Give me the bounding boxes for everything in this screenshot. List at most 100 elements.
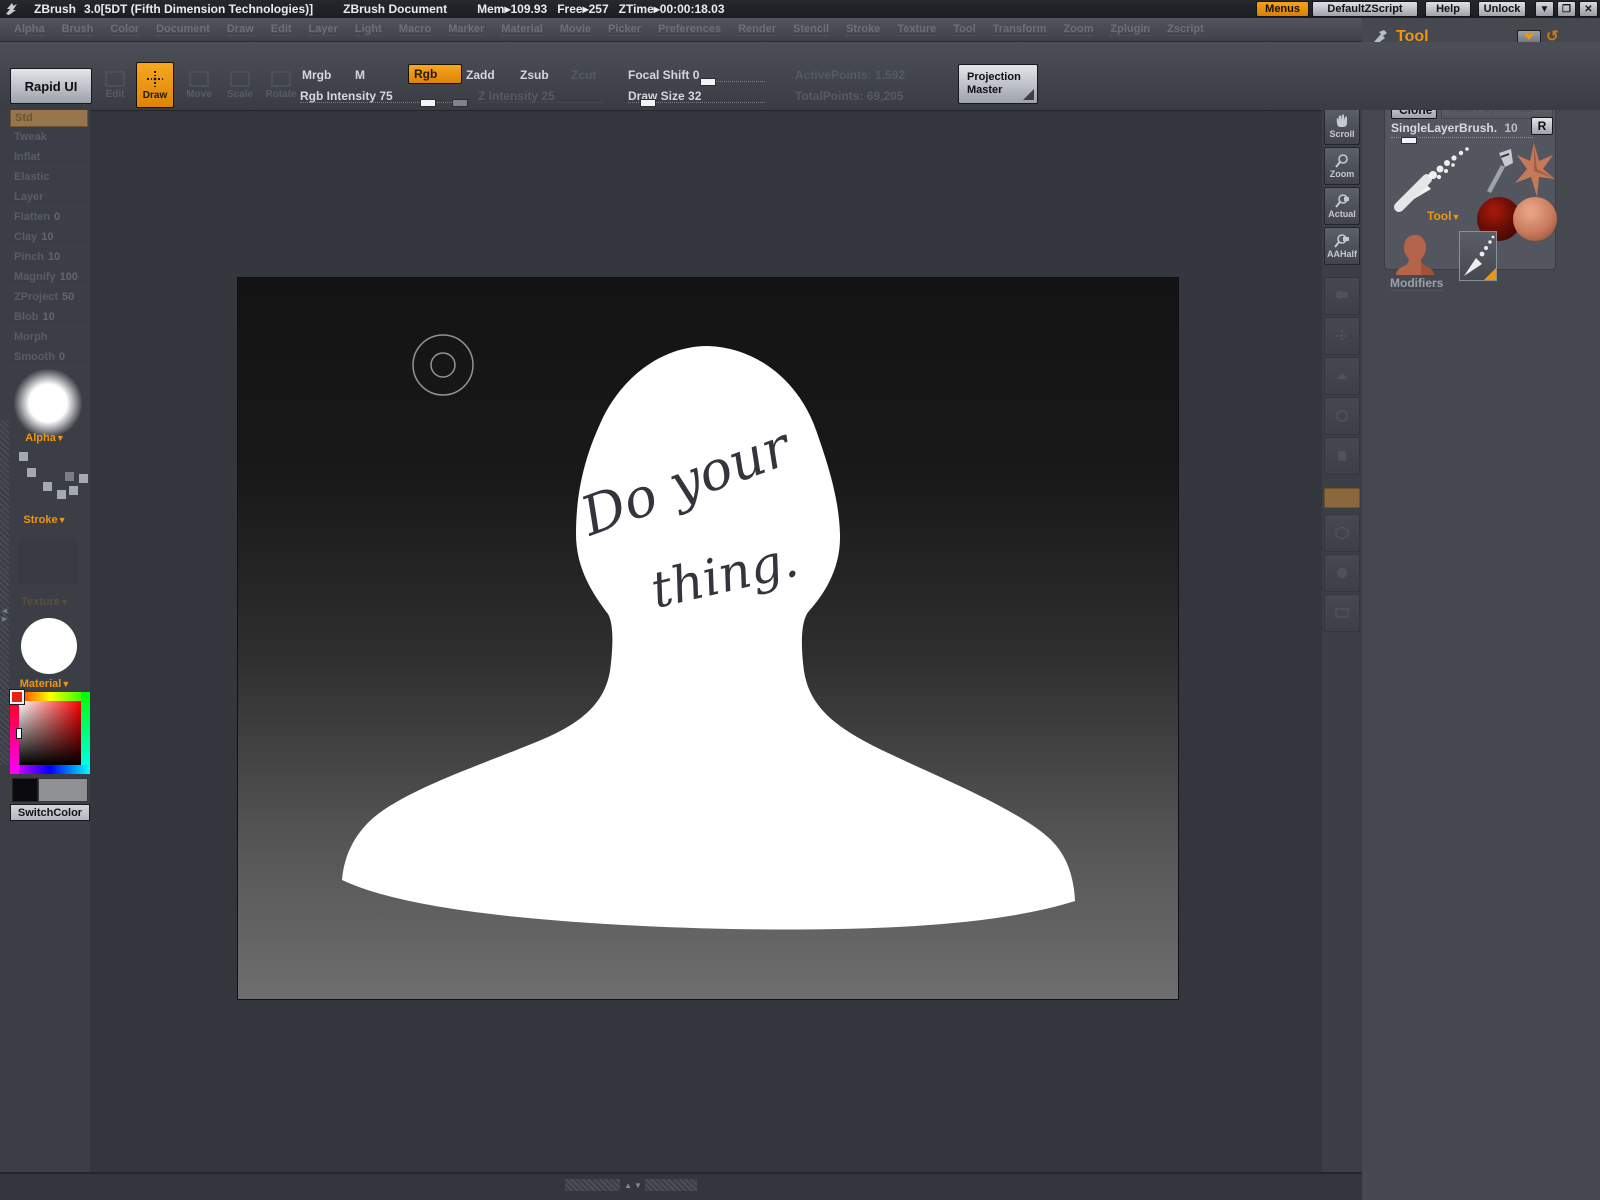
m-toggle[interactable]: M — [355, 68, 365, 82]
tool-dropdown[interactable]: Tool▼ — [1427, 209, 1460, 223]
rapid-ui-button[interactable]: Rapid UI — [10, 68, 92, 104]
brush-item-blob[interactable]: Blob 10 — [10, 308, 88, 327]
alpha-thumbnail[interactable] — [13, 368, 83, 438]
zoom-button[interactable]: Zoom — [1324, 147, 1360, 185]
default-zscript-button[interactable]: DefaultZScript — [1312, 1, 1418, 17]
menu-movie[interactable]: Movie — [559, 23, 592, 36]
highlighted-shelf-button[interactable] — [1324, 488, 1360, 508]
main-color-swatch[interactable] — [38, 778, 88, 802]
menu-zscript[interactable]: Zscript — [1167, 23, 1204, 36]
draw-mode-button[interactable]: Draw — [136, 62, 174, 108]
material-dropdown[interactable]: Material▼ — [0, 678, 90, 690]
aahalf-button[interactable]: AAHalf — [1324, 227, 1360, 265]
brush-item-clay[interactable]: Clay 10 — [10, 228, 88, 247]
color-picker[interactable] — [10, 690, 90, 774]
zadd-toggle[interactable]: Zadd — [466, 68, 495, 82]
switch-color-button[interactable]: SwitchColor — [10, 804, 90, 821]
secondary-color-swatch[interactable] — [12, 778, 38, 802]
mrgb-toggle[interactable]: Mrgb — [302, 68, 331, 82]
zcut-toggle[interactable]: Zcut — [571, 68, 596, 82]
edit-mode-button[interactable]: Edit — [96, 62, 134, 108]
star3d-tool-thumbnail[interactable] — [1513, 141, 1555, 199]
unlock-button[interactable]: Unlock — [1478, 1, 1526, 17]
modifiers-section[interactable]: Modifiers — [1390, 276, 1444, 291]
brush-item-smooth[interactable]: Smooth 0 — [10, 348, 88, 367]
menu-picker[interactable]: Picker — [608, 23, 642, 36]
close-icon[interactable]: ✕ — [1579, 1, 1598, 17]
axe-tool-thumbnail[interactable] — [1481, 147, 1515, 195]
scrollbar-arrows-icon[interactable]: ▲ ▼ — [622, 1179, 644, 1191]
brush-item-pinch[interactable]: Pinch 10 — [10, 248, 88, 267]
menu-tool[interactable]: Tool — [953, 23, 976, 36]
rgb-intensity-slider[interactable]: Rgb Intensity 75 — [300, 89, 393, 103]
brush-item-zproject[interactable]: ZProject 50 — [10, 288, 88, 307]
menu-zoom[interactable]: Zoom — [1063, 23, 1094, 36]
r-button[interactable]: R — [1531, 117, 1553, 135]
rotate-mode-button[interactable]: Rotate — [262, 62, 300, 108]
brush-item-inflat[interactable]: Inflat — [10, 148, 88, 167]
focal-shift-slider[interactable]: Focal Shift 0 — [628, 68, 699, 82]
bust-tool-thumbnail[interactable] — [1395, 233, 1435, 277]
actual-button[interactable]: Actual — [1324, 187, 1360, 225]
menu-marker[interactable]: Marker — [448, 23, 485, 36]
left-vertical-scrollbar[interactable]: ◀ ▶ — [0, 420, 9, 765]
current-tool-slider[interactable]: SingleLayerBrush. 10 — [1391, 121, 1533, 138]
menu-transform[interactable]: Transform — [992, 23, 1047, 36]
scrollbar-arrows-icon[interactable]: ◀ ▶ — [0, 600, 9, 630]
brush-item-magnify[interactable]: Magnify 100 — [10, 268, 88, 287]
restore-icon[interactable]: ❐ — [1557, 1, 1576, 17]
menu-alpha[interactable]: Alpha — [14, 23, 45, 36]
menu-texture[interactable]: Texture — [897, 23, 937, 36]
focal-shift-handle[interactable] — [700, 78, 716, 86]
menu-edit[interactable]: Edit — [270, 23, 292, 36]
hue-marker[interactable] — [16, 728, 22, 739]
material-thumbnail[interactable] — [21, 618, 77, 674]
alpha-dropdown[interactable]: Alpha▼ — [0, 432, 90, 444]
horizontal-scrollbar-thumb[interactable] — [565, 1179, 620, 1191]
menu-preferences[interactable]: Preferences — [658, 23, 722, 36]
rgb-toggle[interactable]: Rgb — [408, 64, 462, 84]
menu-brush[interactable]: Brush — [61, 23, 94, 36]
z-intensity-track[interactable] — [478, 102, 603, 103]
brush-item-flatten[interactable]: Flatten 0 — [10, 208, 88, 227]
menu-stroke[interactable]: Stroke — [846, 23, 881, 36]
draw-size-slider[interactable]: Draw Size 32 — [628, 89, 701, 103]
menu-render[interactable]: Render — [738, 23, 776, 36]
menu-zplugin[interactable]: Zplugin — [1110, 23, 1151, 36]
texture-dropdown[interactable]: Texture▼ — [0, 596, 90, 608]
minimize-icon[interactable]: ▼ — [1535, 1, 1554, 17]
stroke-dropdown[interactable]: Stroke▼ — [0, 514, 90, 526]
bottom-scrollbar-track[interactable]: ▲ ▼ — [0, 1172, 1362, 1200]
active-brush-preview[interactable] — [1393, 147, 1475, 213]
menu-document[interactable]: Document — [156, 23, 210, 36]
brush-item-tweak[interactable]: Tweak — [10, 128, 88, 147]
brush-item-elastic[interactable]: Elastic — [10, 168, 88, 187]
menu-macro[interactable]: Macro — [398, 23, 432, 36]
menu-material[interactable]: Material — [501, 23, 543, 36]
projection-master-button[interactable]: Projection Master — [958, 64, 1038, 104]
menu-stencil[interactable]: Stencil — [792, 23, 830, 36]
stroke-thumbnail[interactable] — [13, 450, 88, 510]
move-mode-button[interactable]: Move — [180, 62, 218, 108]
menus-button[interactable]: Menus — [1256, 1, 1309, 17]
saturation-value-square[interactable] — [19, 701, 81, 765]
brush-item-std[interactable]: Std — [10, 108, 88, 127]
sphere3d-thumbnail[interactable] — [1513, 197, 1557, 241]
texture-thumbnail[interactable] — [18, 540, 78, 584]
scale-mode-button[interactable]: Scale — [221, 62, 259, 108]
selected-brush-thumbnail[interactable] — [1459, 231, 1497, 281]
horizontal-scrollbar-thumb[interactable] — [645, 1179, 697, 1191]
rgb-intensity-handle[interactable] — [420, 99, 436, 107]
rgb-intensity-track[interactable] — [300, 102, 462, 103]
menu-light[interactable]: Light — [354, 23, 382, 36]
draw-size-handle[interactable] — [640, 99, 656, 107]
zsub-toggle[interactable]: Zsub — [520, 68, 549, 82]
brush-item-layer[interactable]: Layer — [10, 188, 88, 207]
brush-item-morph[interactable]: Morph — [10, 328, 88, 347]
scroll-button[interactable]: Scroll — [1324, 107, 1360, 145]
menu-draw[interactable]: Draw — [226, 23, 254, 36]
document-canvas[interactable]: Do your thing. — [238, 278, 1178, 999]
help-button[interactable]: Help — [1425, 1, 1471, 17]
menu-layer[interactable]: Layer — [308, 23, 338, 36]
menu-color[interactable]: Color — [110, 23, 140, 36]
